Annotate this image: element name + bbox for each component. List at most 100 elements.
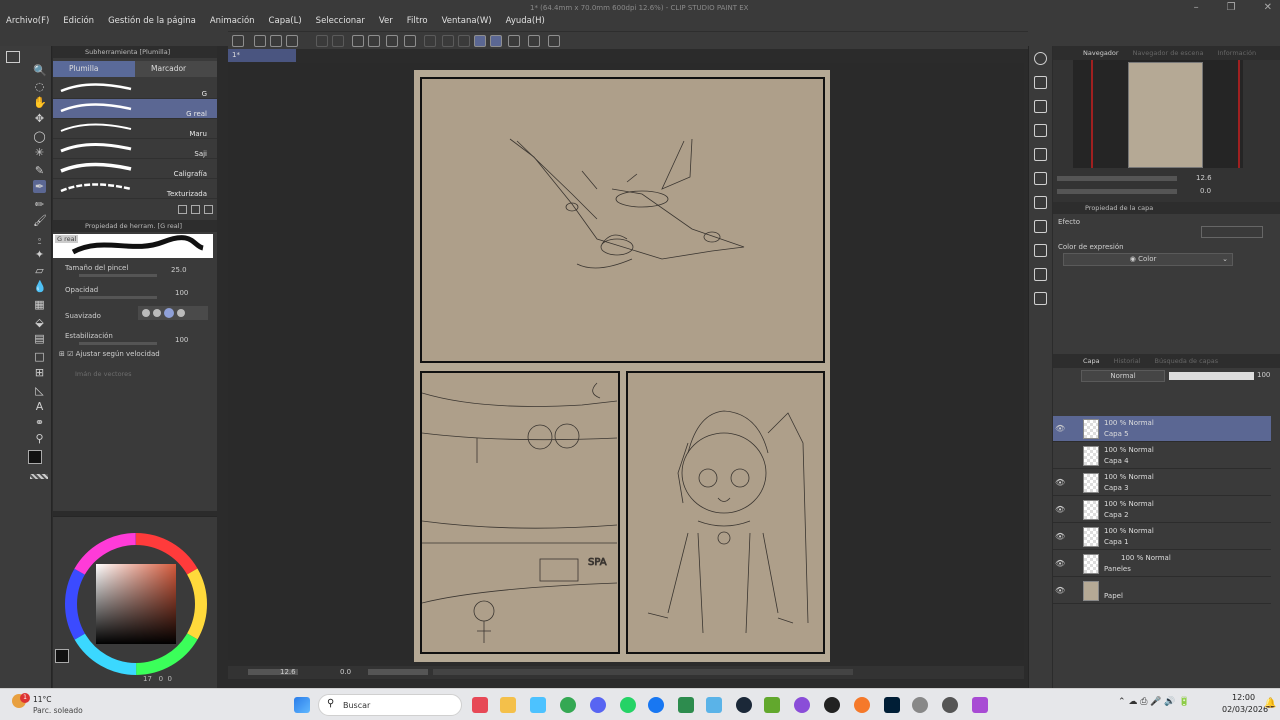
opacity-slider[interactable] bbox=[79, 296, 157, 299]
new-file-icon[interactable] bbox=[254, 35, 266, 47]
fill-icon[interactable] bbox=[368, 35, 380, 47]
nav-angle-value[interactable]: 0.0 bbox=[1200, 187, 1211, 195]
close-icon[interactable]: ✕ bbox=[1264, 2, 1272, 13]
taskbar-app-13[interactable] bbox=[824, 697, 840, 713]
angle-value[interactable]: 0.0 bbox=[340, 668, 351, 676]
layer-row-capa-2[interactable]: 👁 100 % Normal Capa 2 bbox=[1053, 497, 1271, 523]
fill-tool-icon[interactable]: ⬙ bbox=[33, 316, 46, 329]
taskbar-app-16[interactable] bbox=[912, 697, 928, 713]
manga-page[interactable]: SPA bbox=[414, 70, 830, 662]
tab-marcador[interactable]: Marcador bbox=[135, 61, 217, 77]
select-icon[interactable] bbox=[424, 35, 436, 47]
tab-navegador-escena[interactable]: Navegador de escena bbox=[1133, 46, 1204, 60]
whatsapp-icon[interactable] bbox=[620, 697, 636, 713]
palette-icon-5[interactable] bbox=[1034, 172, 1047, 185]
blend-icon[interactable]: 💧 bbox=[33, 280, 47, 293]
text-tool-icon[interactable]: A bbox=[33, 400, 46, 413]
brush-item-g-real[interactable]: G real bbox=[53, 99, 217, 119]
brush-item-texturizada[interactable]: Texturizada bbox=[53, 179, 217, 199]
tab-navegador[interactable]: Navegador bbox=[1083, 46, 1119, 60]
menu-edicion[interactable]: Edición bbox=[63, 16, 94, 26]
snap-ruler-icon[interactable] bbox=[474, 35, 486, 47]
windows-start-icon[interactable] bbox=[294, 697, 310, 713]
nav-zoom-value[interactable]: 12.6 bbox=[1196, 174, 1212, 182]
brush-tool-icon[interactable]: 🖌 bbox=[33, 214, 47, 227]
menu-gestion-pagina[interactable]: Gestión de la página bbox=[108, 16, 196, 26]
layer-row-capa-4[interactable]: 100 % Normal Capa 4 bbox=[1053, 443, 1271, 469]
eye-icon[interactable]: 👁 bbox=[1055, 586, 1065, 595]
brush-item-caligrafia[interactable]: Caligrafía bbox=[53, 159, 217, 179]
copy-subtool-icon[interactable] bbox=[191, 205, 200, 214]
mesh-icon[interactable]: ▦ bbox=[33, 298, 46, 311]
notification-bell-icon[interactable]: 🔔 bbox=[1264, 698, 1276, 709]
navigator-preview[interactable] bbox=[1073, 60, 1243, 168]
move-tool-icon[interactable]: ✥ bbox=[33, 112, 46, 125]
eye-icon[interactable]: 👁 bbox=[1055, 532, 1065, 541]
help-icon[interactable] bbox=[548, 35, 560, 47]
minecraft-icon[interactable] bbox=[764, 697, 780, 713]
menu-ventana[interactable]: Ventana(W) bbox=[442, 16, 492, 26]
pen-tool-icon[interactable]: ✒ bbox=[33, 180, 46, 193]
decoration-icon[interactable]: ✦ bbox=[33, 248, 46, 261]
palette-icon-10[interactable] bbox=[1034, 292, 1047, 305]
nav-zoom-slider[interactable] bbox=[1057, 176, 1177, 181]
navigator-icon[interactable] bbox=[1034, 52, 1047, 65]
hand-tool-icon[interactable]: ✋ bbox=[33, 96, 47, 109]
eye-icon[interactable]: 👁 bbox=[1055, 424, 1065, 433]
gradient-icon[interactable]: ▤ bbox=[33, 332, 46, 345]
tray-icons[interactable]: ⌃ ☁ ⎙ 🎤 🔊 🔋 bbox=[1118, 697, 1190, 707]
eye-icon[interactable]: 👁 bbox=[1055, 478, 1065, 487]
menu-capa[interactable]: Capa(L) bbox=[269, 16, 302, 26]
color-main-swatch[interactable] bbox=[55, 649, 69, 663]
palette-icon-1[interactable] bbox=[1034, 76, 1047, 89]
select-tool-icon[interactable]: ◯ bbox=[33, 130, 46, 143]
blend-mode-select[interactable]: Normal bbox=[1081, 370, 1165, 382]
menu-ver[interactable]: Ver bbox=[379, 16, 393, 26]
stabilization-slider[interactable] bbox=[79, 342, 157, 345]
tab-plumilla[interactable]: Plumilla bbox=[53, 61, 135, 77]
invert-icon[interactable] bbox=[458, 35, 470, 47]
opacity-value[interactable]: 100 bbox=[175, 289, 188, 297]
zoom-tool-icon[interactable]: 🔍 bbox=[33, 64, 47, 77]
layer-opacity-slider[interactable] bbox=[1169, 372, 1254, 380]
layer-row-capa-3[interactable]: 👁 100 % Normal Capa 3 bbox=[1053, 470, 1271, 496]
airbrush-icon[interactable]: ⍛ bbox=[33, 232, 46, 245]
taskbar-app-12[interactable] bbox=[794, 697, 810, 713]
nav-angle-slider[interactable] bbox=[1057, 189, 1177, 194]
main-color-swatch[interactable] bbox=[28, 450, 42, 464]
open-file-icon[interactable] bbox=[270, 35, 282, 47]
clear-icon[interactable] bbox=[352, 35, 364, 47]
zoom-value[interactable]: 12.6 bbox=[280, 668, 296, 676]
ruler-icon[interactable]: ◺ bbox=[33, 384, 46, 397]
search-box[interactable]: ⚲ Buscar bbox=[318, 694, 462, 716]
menu-archivo[interactable]: Archivo(F) bbox=[6, 16, 49, 26]
snap-special-icon[interactable] bbox=[490, 35, 502, 47]
layer-row-papel[interactable]: 👁 Papel bbox=[1053, 578, 1271, 604]
taskbar-app-9[interactable] bbox=[706, 697, 722, 713]
figure-icon[interactable]: □ bbox=[33, 350, 46, 363]
photoshop-icon[interactable] bbox=[884, 697, 900, 713]
app-icon[interactable] bbox=[232, 35, 244, 47]
delete-subtool-icon[interactable] bbox=[204, 205, 213, 214]
magic-wand-icon[interactable]: ✳ bbox=[33, 146, 46, 159]
redo-icon[interactable] bbox=[332, 35, 344, 47]
eraser-icon[interactable]: ▱ bbox=[33, 264, 46, 277]
eyedropper-icon[interactable]: ✎ bbox=[33, 164, 46, 177]
tab-informacion[interactable]: Información bbox=[1217, 46, 1256, 60]
transform-icon[interactable] bbox=[386, 35, 398, 47]
pencil-tool-icon[interactable]: ✏ bbox=[33, 198, 46, 211]
effect-buttons[interactable] bbox=[1201, 226, 1263, 238]
layer-row-capa-1[interactable]: 👁 100 % Normal Capa 1 bbox=[1053, 524, 1271, 550]
brush-size-value[interactable]: 25.0 bbox=[171, 266, 187, 274]
settings-icon[interactable] bbox=[528, 35, 540, 47]
lasso-tool-icon[interactable]: ◌ bbox=[33, 80, 46, 93]
workspace-icon[interactable] bbox=[6, 51, 20, 63]
expression-color-select[interactable]: ◉ Color ⌄ bbox=[1063, 253, 1233, 266]
canvas-tab[interactable]: 1* bbox=[228, 49, 296, 62]
speed-row[interactable]: ⊞ ☑ Ajustar según velocidad bbox=[59, 350, 160, 358]
undo-icon[interactable] bbox=[316, 35, 328, 47]
deselect-icon[interactable] bbox=[442, 35, 454, 47]
minimize-icon[interactable]: – bbox=[1194, 2, 1199, 13]
palette-icon-7[interactable] bbox=[1034, 220, 1047, 233]
chrome-icon[interactable] bbox=[560, 697, 576, 713]
